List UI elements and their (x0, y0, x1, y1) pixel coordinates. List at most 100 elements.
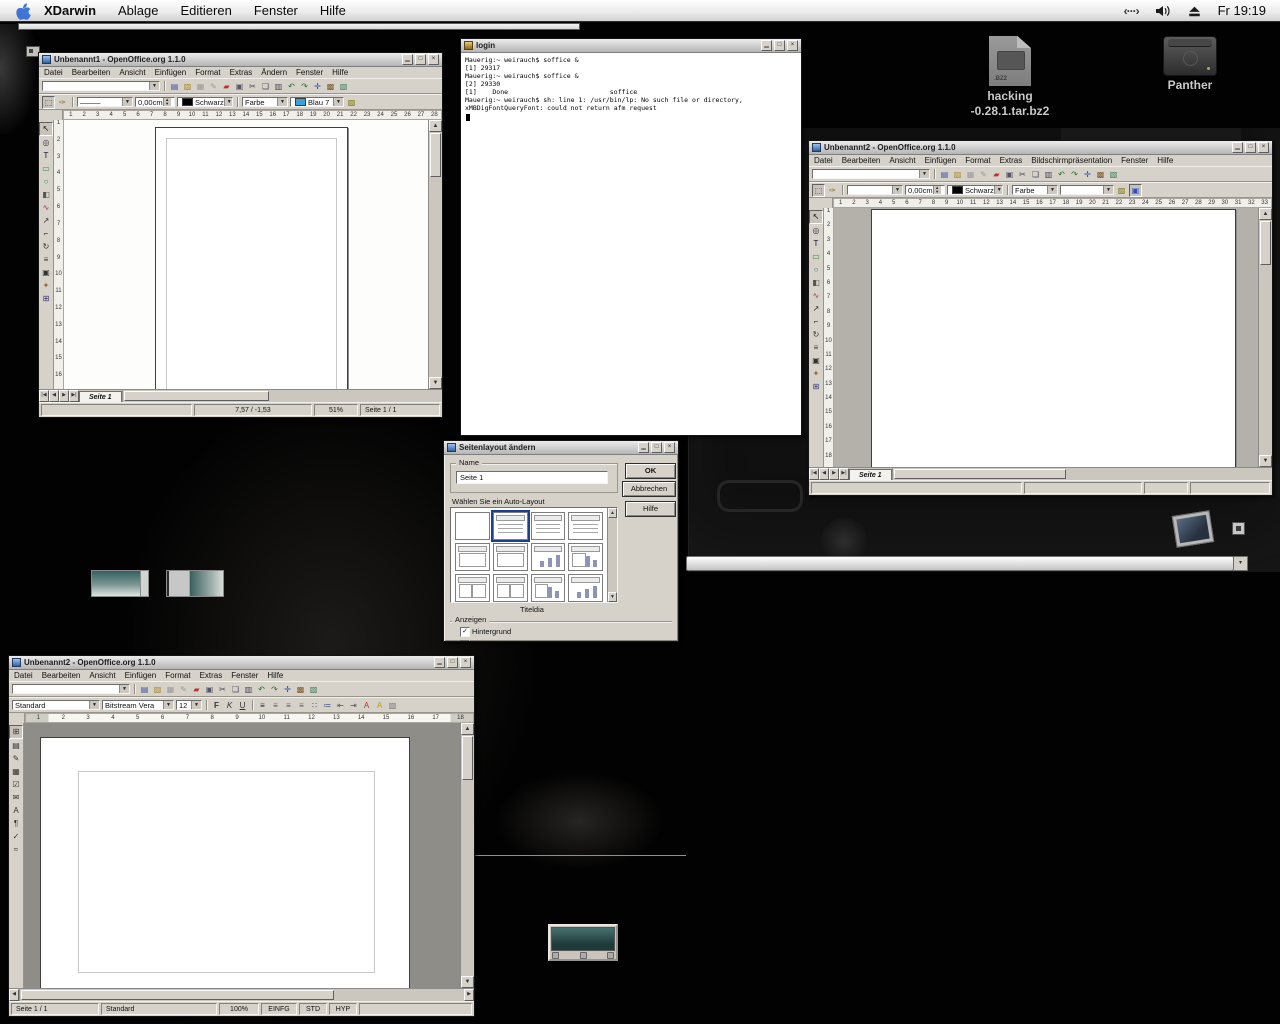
layout-grid[interactable] (450, 507, 618, 603)
terminal-titlebar[interactable]: login ▁ □ × (461, 39, 801, 53)
auto-spellcheck-icon[interactable]: ≈ (10, 844, 22, 856)
insert-fields-icon[interactable]: ▤ (10, 740, 22, 752)
combo-arrow-icon[interactable]: ▼ (149, 82, 159, 90)
volume-icon[interactable] (1155, 4, 1171, 18)
save-disabled-icon[interactable]: ▦ (165, 684, 176, 695)
maximize-button[interactable]: □ (447, 657, 458, 668)
status-selection-mode[interactable]: STD (299, 1003, 327, 1015)
help-button[interactable]: Hilfe (625, 501, 676, 517)
prev-page-button[interactable]: ◀ (49, 390, 59, 402)
menu-item[interactable]: Ansicht (119, 68, 145, 77)
picture-file-icon[interactable] (1172, 510, 1215, 548)
maximize-button[interactable]: □ (415, 54, 426, 65)
minimize-button[interactable]: ▁ (638, 442, 649, 453)
paragraph-style-combobox[interactable]: Standard▼ (12, 700, 100, 710)
copy-icon[interactable]: ❏ (230, 684, 241, 695)
new-document-icon[interactable]: ▤ (139, 684, 150, 695)
small-desktop-icon[interactable] (1232, 522, 1245, 535)
align-justify-icon[interactable]: ≡ (296, 700, 307, 711)
print-icon[interactable]: ▣ (204, 684, 215, 695)
url-combobox[interactable]: ▼ (42, 81, 160, 91)
layout-thumbnail-7[interactable] (531, 543, 566, 571)
redo-icon[interactable]: ↷ (299, 81, 310, 92)
menu-item[interactable]: Fenster (1121, 156, 1148, 165)
export-pdf-icon[interactable]: ▰ (991, 169, 1002, 180)
gallery-icon[interactable]: ▩ (325, 81, 336, 92)
menu-item[interactable]: Bearbeiten (42, 671, 81, 680)
connector-tool-icon[interactable]: ⌐ (40, 228, 52, 240)
impress-canvas[interactable] (834, 208, 1258, 467)
layout-thumbnail-4[interactable] (568, 512, 603, 540)
slide-tab[interactable]: Seite 1 (849, 469, 892, 480)
draw-horizontal-scrollbar[interactable] (122, 390, 442, 402)
bold-icon[interactable]: F (211, 700, 222, 711)
impress-horizontal-scrollbar[interactable] (892, 468, 1272, 480)
edit-points-icon[interactable]: ⬚ (42, 96, 55, 109)
status-zoom[interactable]: 100% (219, 1003, 259, 1015)
scrollbar-thumb[interactable] (894, 469, 1067, 479)
decrease-indent-icon[interactable]: ⇤ (335, 700, 346, 711)
minimize-button[interactable]: ▁ (434, 657, 445, 668)
paragraph-background-icon[interactable]: ▧ (387, 700, 398, 711)
layout-thumbnail-10[interactable] (493, 574, 528, 602)
draw-canvas[interactable] (64, 120, 428, 389)
fill-color-combobox[interactable]: ▼ (1060, 185, 1114, 195)
save-disabled-icon[interactable]: ▦ (965, 169, 976, 180)
open-icon[interactable]: ▨ (952, 169, 963, 180)
input-menu-icon[interactable]: ‹···› (1124, 4, 1139, 18)
menu-item[interactable]: Ansicht (889, 156, 915, 165)
layout-grid-scrollbar[interactable]: ▲ ▼ (607, 508, 617, 602)
menubar-menu[interactable]: Ablage (107, 3, 169, 18)
layout-name-input[interactable]: Seite 1 (456, 471, 608, 484)
last-page-button[interactable]: ▶| (69, 390, 79, 402)
layout-thumbnail-5[interactable] (455, 543, 490, 571)
writer-page[interactable] (40, 737, 410, 988)
status-hyperlink-mode[interactable]: HYP (329, 1003, 357, 1015)
layout-thumbnail-1[interactable] (455, 512, 490, 540)
paste-icon[interactable]: ▥ (243, 684, 254, 695)
open-icon[interactable]: ▨ (182, 81, 193, 92)
ellipse-tool-icon[interactable]: ○ (810, 264, 822, 276)
line-style-combobox[interactable]: ———▼ (77, 97, 133, 107)
print-icon[interactable]: ▣ (234, 81, 245, 92)
insert-object-icon[interactable]: ✉ (10, 792, 22, 804)
next-page-button[interactable]: ▶ (829, 468, 839, 480)
export-pdf-icon[interactable]: ▰ (191, 684, 202, 695)
ellipse-tool-icon[interactable]: ○ (40, 176, 52, 188)
dialog-titlebar[interactable]: Seitenlayout ändern ▁ □ × (444, 441, 678, 455)
curve-tool-icon[interactable]: ∿ (810, 290, 822, 302)
combo-arrow-icon[interactable]: ▼ (119, 685, 129, 693)
arrange-tool-icon[interactable]: ▣ (810, 355, 822, 367)
menubar-menu[interactable]: Fenster (243, 3, 309, 18)
edit-autotext-icon[interactable]: ☑ (10, 779, 22, 791)
export-pdf-icon[interactable]: ▰ (221, 81, 232, 92)
paste-icon[interactable]: ▥ (1043, 169, 1054, 180)
scrollbar-thumb[interactable] (21, 990, 334, 1000)
edit-file-disabled-icon[interactable]: ✎ (178, 684, 189, 695)
align-right-icon[interactable]: ≡ (283, 700, 294, 711)
gallery-icon[interactable]: ▩ (1095, 169, 1106, 180)
cut-icon[interactable]: ✂ (247, 81, 258, 92)
menu-item[interactable]: Einfügen (155, 68, 187, 77)
text-tool-icon[interactable]: T (810, 238, 822, 250)
apple-menu-icon[interactable] (14, 2, 34, 20)
fill-style-combobox[interactable]: Farbe▼ (242, 97, 288, 107)
lines-arrows-tool-icon[interactable]: ↗ (40, 215, 52, 227)
paste-icon[interactable]: ▥ (273, 81, 284, 92)
menu-item[interactable]: Format (965, 156, 990, 165)
arrange-tool-icon[interactable]: ▣ (40, 267, 52, 279)
increase-indent-icon[interactable]: ⇥ (348, 700, 359, 711)
select-tool-icon[interactable]: ↖ (809, 210, 823, 224)
minimize-button[interactable]: ▁ (402, 54, 413, 65)
minimized-window-3[interactable] (548, 924, 618, 961)
menu-item[interactable]: Einfügen (925, 156, 957, 165)
cancel-button[interactable]: Abbrechen (622, 481, 676, 497)
impress-horizontal-ruler[interactable]: 1234567891011121314151617181920212223242… (833, 198, 1272, 208)
draw-horizontal-ruler[interactable]: 1234567891011121314151617181920212223242… (63, 110, 442, 120)
scroll-left-icon[interactable]: ◀ (9, 989, 19, 1001)
menu-item[interactable]: Datei (44, 68, 63, 77)
fill-color-combobox[interactable]: Blau 7▼ (290, 97, 344, 107)
font-size-combobox[interactable]: 12▼ (176, 700, 202, 710)
menu-item[interactable]: Bearbeiten (842, 156, 881, 165)
scroll-up-icon[interactable]: ▲ (1259, 208, 1272, 220)
